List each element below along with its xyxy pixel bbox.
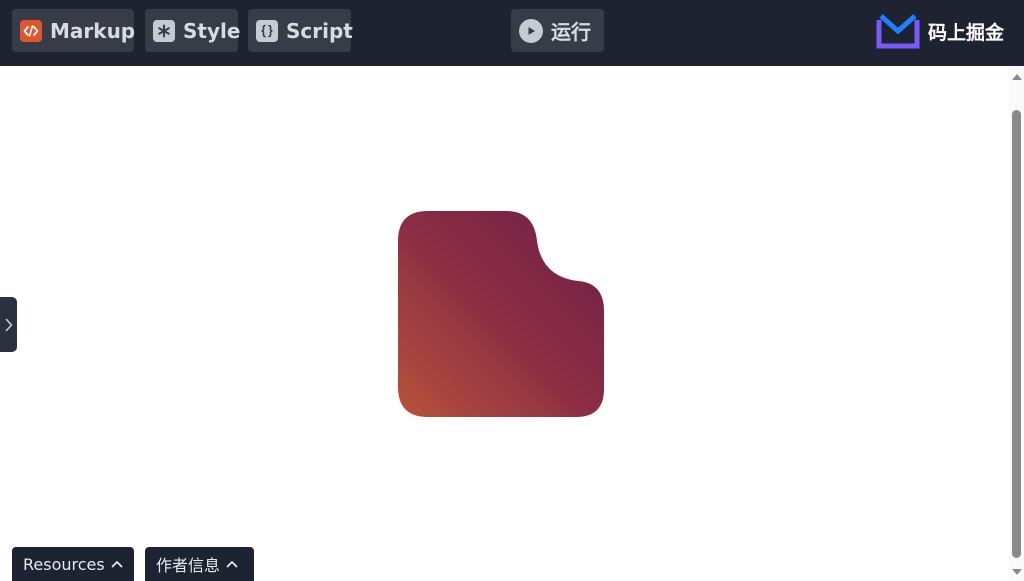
- top-toolbar: Markup Style Script 运行 码上掘金: [0, 0, 1024, 66]
- brand-name: 码上掘金: [928, 21, 1005, 44]
- chevron-up-icon: [226, 560, 238, 568]
- scroll-up-arrow-icon[interactable]: [1010, 70, 1024, 84]
- play-icon: [519, 18, 543, 43]
- author-info-label: 作者信息: [156, 556, 221, 575]
- style-tab-button[interactable]: Style: [145, 9, 241, 52]
- code-icon: [20, 19, 42, 42]
- resources-label: Resources: [23, 554, 105, 574]
- braces-icon: [256, 19, 278, 42]
- markup-tab-button[interactable]: Markup: [12, 9, 136, 52]
- chevron-right-icon: [5, 318, 12, 331]
- gradient-shape: [398, 211, 604, 417]
- side-panel-toggle[interactable]: [0, 297, 17, 352]
- run-button-label: 运行: [551, 20, 591, 44]
- run-button[interactable]: 运行: [511, 9, 604, 52]
- scroll-down-arrow-icon[interactable]: [1010, 565, 1024, 579]
- author-info-button[interactable]: 作者信息: [145, 547, 254, 581]
- resources-button[interactable]: Resources: [12, 547, 134, 581]
- markup-tab-label: Markup: [50, 18, 136, 43]
- asterisk-icon: [153, 19, 175, 42]
- juejin-logo-icon: [876, 14, 920, 49]
- script-tab-label: Script: [286, 18, 353, 43]
- scrollbar-thumb[interactable]: [1012, 110, 1021, 558]
- style-tab-label: Style: [183, 18, 241, 43]
- chevron-up-icon: [111, 560, 123, 568]
- brand-logo[interactable]: 码上掘金: [876, 13, 1004, 49]
- script-tab-button[interactable]: Script: [248, 9, 353, 52]
